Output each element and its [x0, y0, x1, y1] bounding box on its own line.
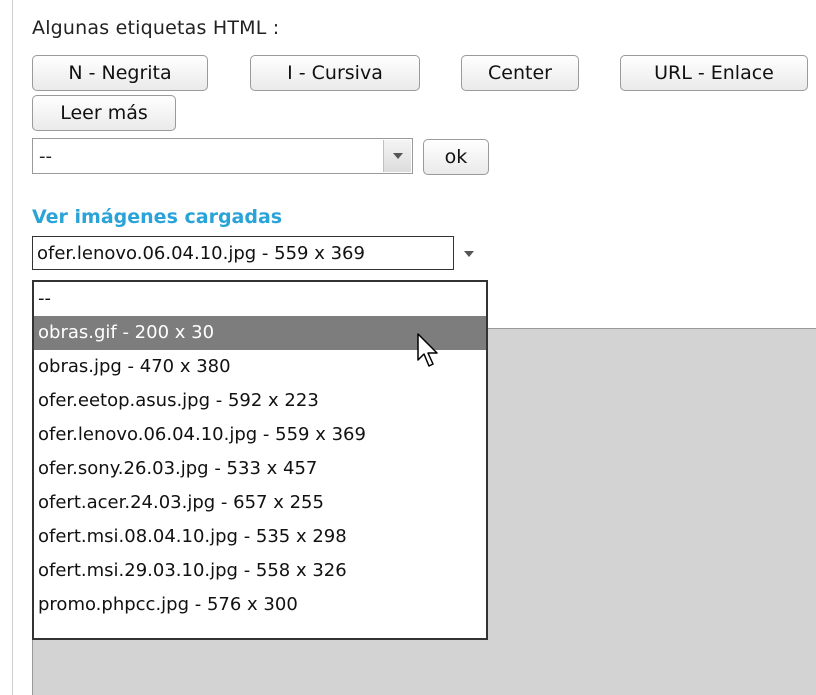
html-tags-label: Algunas etiquetas HTML : — [32, 17, 280, 39]
ok-button[interactable]: ok — [423, 139, 489, 175]
dropdown-option[interactable]: ofer.lenovo.06.04.10.jpg - 559 x 369 — [34, 418, 486, 452]
tag-select-dropdown-button[interactable] — [383, 140, 411, 172]
image-select[interactable]: ofer.lenovo.06.04.10.jpg - 559 x 369 — [32, 236, 486, 270]
mouse-pointer-icon — [417, 333, 438, 367]
view-uploaded-images-link[interactable]: Ver imágenes cargadas — [32, 206, 282, 228]
image-select-value: ofer.lenovo.06.04.10.jpg - 559 x 369 — [37, 243, 365, 264]
dropdown-option[interactable]: ofert.msi.29.03.10.jpg - 558 x 326 — [34, 554, 486, 588]
dropdown-option[interactable]: promo.phpcc.jpg - 576 x 300 — [34, 588, 486, 622]
bold-button[interactable]: N - Negrita — [32, 55, 208, 91]
chevron-down-icon — [393, 153, 403, 159]
dropdown-option[interactable]: -- — [34, 282, 486, 316]
read-more-button[interactable]: Leer más — [32, 95, 176, 131]
chevron-down-icon[interactable] — [464, 251, 474, 257]
left-divider — [12, 0, 13, 695]
page: Algunas etiquetas HTML : N - Negrita I -… — [0, 0, 816, 695]
image-select-field[interactable]: ofer.lenovo.06.04.10.jpg - 559 x 369 — [32, 236, 454, 270]
dropdown-option[interactable]: ofert.acer.24.03.jpg - 657 x 255 — [34, 486, 486, 520]
center-button[interactable]: Center — [461, 55, 579, 91]
italic-button[interactable]: I - Cursiva — [250, 55, 420, 91]
dropdown-option[interactable]: ofer.eetop.asus.jpg - 592 x 223 — [34, 384, 486, 418]
dropdown-option[interactable]: ofert.msi.08.04.10.jpg - 535 x 298 — [34, 520, 486, 554]
tag-select-value: -- — [39, 146, 52, 167]
url-link-button[interactable]: URL - Enlace — [620, 55, 808, 91]
dropdown-option[interactable]: ofer.sony.26.03.jpg - 533 x 457 — [34, 452, 486, 486]
tag-select[interactable]: -- — [32, 138, 413, 174]
